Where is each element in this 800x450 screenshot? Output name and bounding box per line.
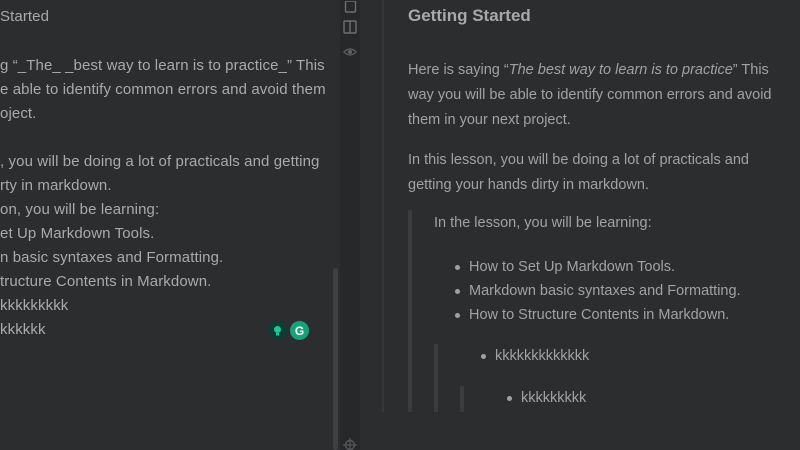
editor-line[interactable]: n basic syntaxes and Formatting.	[0, 249, 223, 266]
editor-line[interactable]: rty in markdown.	[0, 177, 112, 194]
split-view-icon[interactable]	[343, 20, 357, 34]
lightbulb-icon[interactable]	[268, 321, 287, 340]
list-item: Markdown basic syntaxes and Formatting.	[455, 279, 741, 303]
nested-blockquote-bar	[434, 344, 438, 412]
editor-line[interactable]: , you will be doing a lot of practicals …	[0, 153, 319, 170]
preview-divider	[382, 0, 384, 412]
editor-line[interactable]: g “_The_ _best way to learn is to practi…	[0, 57, 325, 74]
grammarly-icon[interactable]: G	[290, 321, 309, 340]
markdown-preview: Getting Started Here is saying “The best…	[360, 0, 800, 450]
blockquote-intro: In the lesson, you will be learning:	[434, 215, 652, 231]
preview-heading: Getting Started	[408, 6, 531, 25]
nested-list-2: kkkkkkkkk	[507, 386, 586, 410]
editor-line[interactable]: oject.	[0, 105, 36, 122]
grammarly-badges: G	[268, 321, 309, 340]
lesson-list: How to Set Up Markdown Tools. Markdown b…	[455, 255, 741, 327]
editor-line[interactable]: e able to identify common errors and avo…	[0, 81, 326, 98]
nested-list-1: kkkkkkkkkkkkk	[481, 344, 589, 368]
preview-paragraph-intro: Here is saying “The best way to learn is…	[408, 62, 772, 128]
preview-paragraph-lesson: In this lesson, you will be doing a lot …	[408, 152, 749, 193]
file-icon[interactable]	[343, 0, 357, 14]
italic-quote: The best way to learn is to practice	[508, 62, 733, 78]
blockquote-bar	[408, 210, 412, 412]
editor-scrollbar-thumb[interactable]	[333, 268, 338, 450]
target-icon[interactable]	[343, 438, 357, 450]
view-toolbar	[340, 0, 360, 450]
list-item: kkkkkkkkk	[507, 386, 586, 410]
list-item: How to Set Up Markdown Tools.	[455, 255, 741, 279]
editor-line[interactable]: Started	[0, 8, 49, 25]
markdown-editor-app: Started g “_The_ _best way to learn is t…	[0, 0, 800, 450]
editor-line[interactable]: kkkkkk	[0, 321, 46, 338]
editor-line[interactable]: kkkkkkkkk	[0, 297, 68, 314]
list-item: How to Structure Contents in Markdown.	[455, 303, 741, 327]
editor-line[interactable]: on, you will be learning:	[0, 201, 159, 218]
list-item: kkkkkkkkkkkkk	[481, 344, 589, 368]
preview-eye-icon[interactable]	[343, 45, 357, 59]
editor-line[interactable]: et Up Markdown Tools.	[0, 225, 154, 242]
editor-line[interactable]: tructure Contents in Markdown.	[0, 273, 211, 290]
nested-blockquote-bar-2	[460, 386, 464, 412]
markdown-source-editor[interactable]: Started g “_The_ _best way to learn is t…	[0, 0, 330, 450]
